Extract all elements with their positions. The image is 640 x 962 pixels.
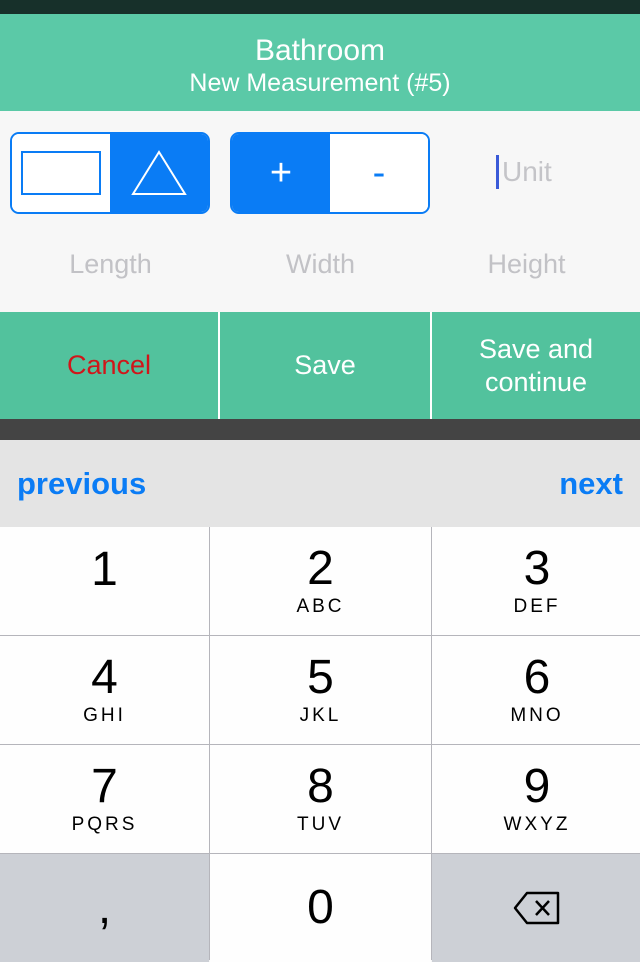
key-digit: 5	[307, 651, 334, 704]
rectangle-option[interactable]	[12, 134, 110, 212]
width-input[interactable]: Width	[214, 249, 427, 280]
key-digit: ,	[97, 881, 112, 934]
save-continue-button[interactable]: Save and continue	[432, 312, 640, 419]
page-subtitle: New Measurement (#5)	[189, 69, 451, 97]
key-digit: 4	[91, 651, 118, 704]
key-letters: ABC	[296, 596, 345, 617]
key-7[interactable]: 7 PQRS	[0, 745, 209, 853]
key-digit: 3	[523, 542, 551, 595]
key-8[interactable]: 8 TUV	[210, 745, 431, 853]
key-letters: TUV	[297, 814, 344, 835]
previous-button[interactable]: previous	[17, 466, 146, 502]
rectangle-icon	[21, 151, 101, 195]
action-bar: Cancel Save Save and continue	[0, 312, 640, 419]
backspace-icon	[513, 891, 560, 925]
number-keypad: 1 2 ABC 3 DEF 4 GHI 5 JKL 6 MNO 7 PQRS 8 TUV 9 WXYZ, 0	[0, 527, 640, 962]
key-letters: MNO	[510, 705, 564, 726]
key-6[interactable]: 6 MNO	[432, 636, 640, 744]
keyboard-toolbar: previous next	[0, 440, 640, 527]
unit-input[interactable]: Unit	[496, 155, 552, 189]
length-input[interactable]: Length	[4, 249, 217, 280]
next-button[interactable]: next	[559, 466, 623, 502]
key-digit: 8	[307, 760, 334, 813]
nav-header: Bathroom New Measurement (#5)	[0, 14, 640, 111]
key-letters: DEF	[513, 596, 561, 617]
key-2[interactable]: 2 ABC	[210, 527, 431, 635]
backspace-key[interactable]	[432, 854, 640, 962]
key-1[interactable]: 1	[0, 527, 209, 635]
page-title: Bathroom	[254, 34, 386, 67]
measurement-form: + - Unit Length Width Height	[0, 111, 640, 312]
triangle-option[interactable]	[110, 134, 208, 212]
plus-option[interactable]: +	[232, 134, 330, 212]
cancel-button[interactable]: Cancel	[0, 312, 218, 419]
comma-key[interactable]: ,	[0, 854, 209, 962]
key-3[interactable]: 3 DEF	[432, 527, 640, 635]
key-4[interactable]: 4 GHI	[0, 636, 209, 744]
key-letters: WXYZ	[503, 814, 571, 835]
key-9[interactable]: 9 WXYZ	[432, 745, 640, 853]
save-button[interactable]: Save	[220, 312, 430, 419]
sign-toggle[interactable]: + -	[230, 132, 430, 214]
key-letters: PQRS	[71, 814, 138, 835]
height-input[interactable]: Height	[420, 249, 633, 280]
key-digit: 2	[307, 542, 334, 595]
key-digit: 6	[523, 651, 551, 704]
key-letters: JKL	[299, 705, 342, 726]
key-5[interactable]: 5 JKL	[210, 636, 431, 744]
triangle-icon	[131, 150, 187, 195]
status-bar	[0, 0, 640, 14]
key-digit: 1	[91, 543, 118, 596]
key-digit: 7	[91, 760, 118, 813]
shape-toggle[interactable]	[10, 132, 210, 214]
key-0[interactable]: 0	[210, 854, 431, 962]
minus-option[interactable]: -	[330, 134, 428, 212]
key-digit: 0	[307, 881, 334, 934]
key-digit: 9	[523, 760, 551, 813]
key-letters: GHI	[83, 705, 126, 726]
background-list-strip	[0, 419, 640, 440]
